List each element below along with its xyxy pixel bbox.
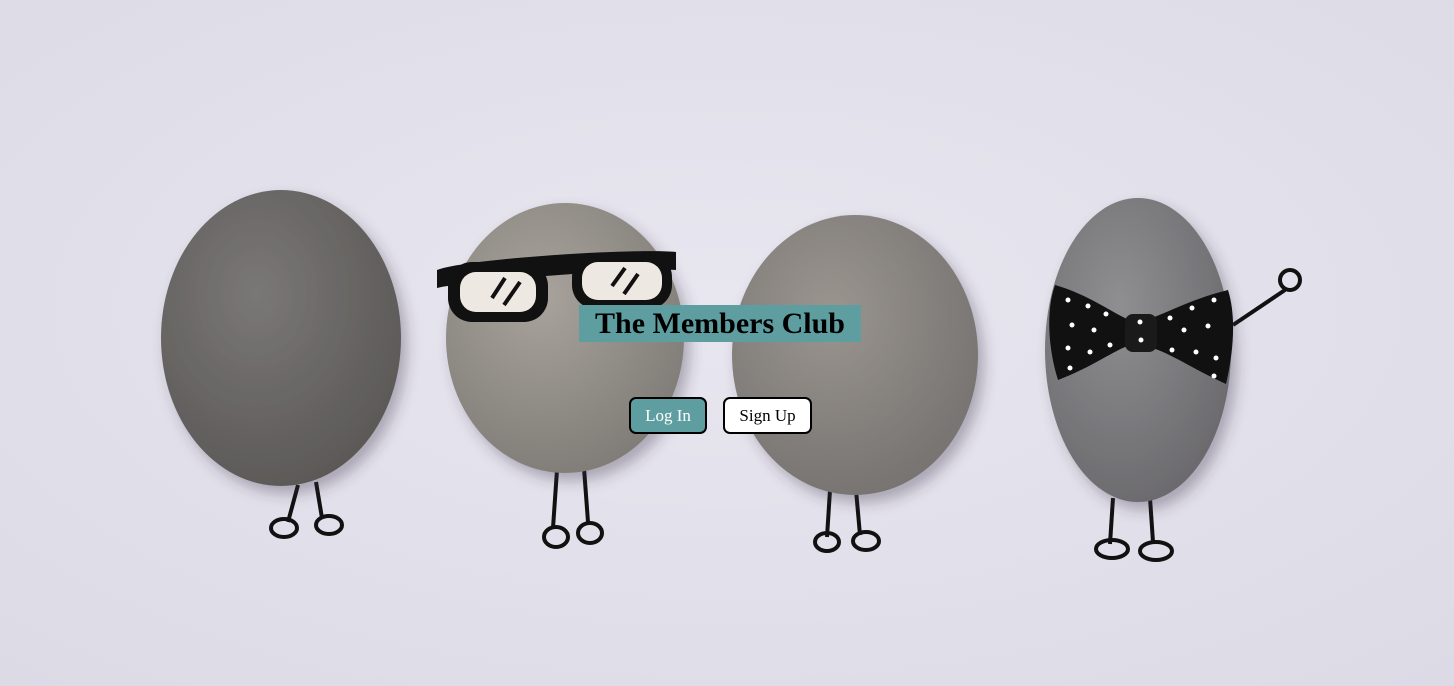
page-title: The Members Club [579,305,861,342]
signup-button[interactable]: Sign Up [723,397,812,434]
login-button[interactable]: Log In [629,397,707,434]
hero-background-image [0,0,1454,686]
